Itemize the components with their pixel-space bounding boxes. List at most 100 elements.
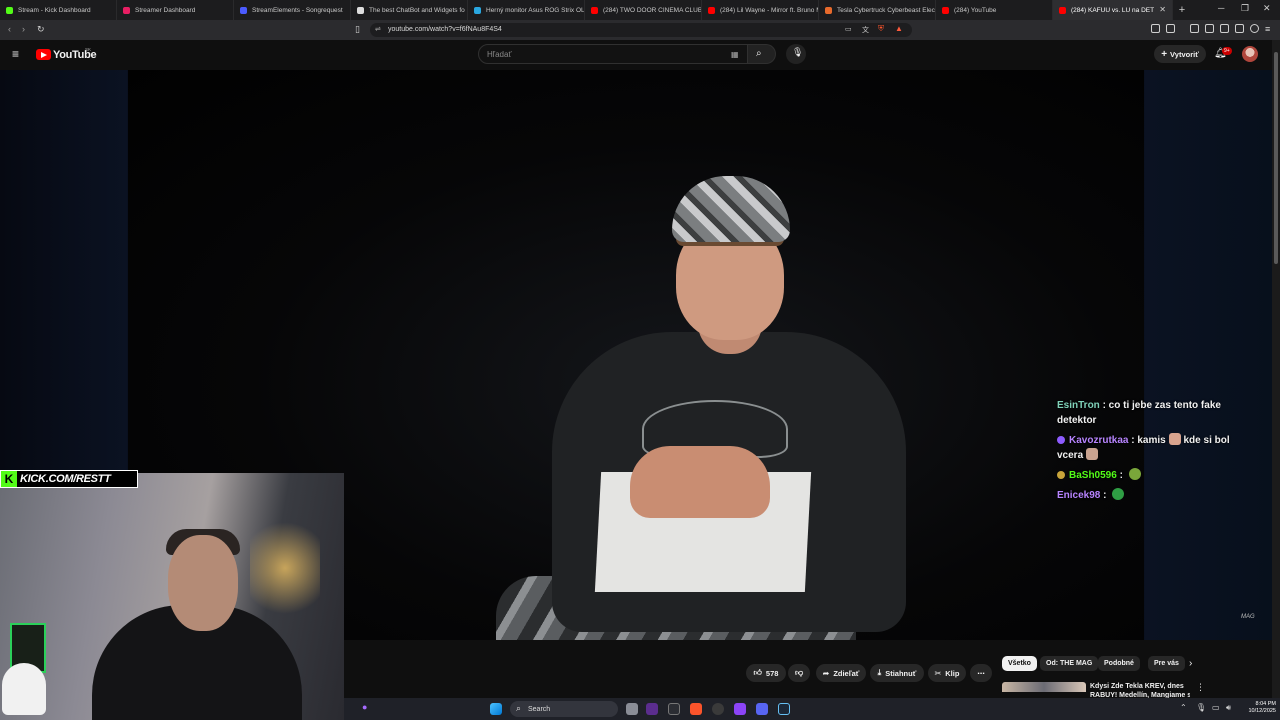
bookmark-icon[interactable]: ▯ (355, 24, 360, 35)
chat-badge-icon (1057, 471, 1065, 479)
taskbar-clock[interactable]: 8:04 PM 10/12/2025 (1240, 701, 1276, 715)
more-vertical-icon[interactable]: ⋮ (1196, 682, 1205, 693)
keyboard-icon[interactable]: ▦ (731, 50, 739, 59)
microphone-tray-icon[interactable]: 🎙︎ (1196, 703, 1206, 712)
search-button[interactable]: ⌕ (748, 44, 776, 64)
create-label: Vytvoriť (1170, 49, 1199, 59)
clip-button[interactable]: ✂ Klip (928, 664, 966, 682)
search-icon: ⌕ (756, 48, 762, 59)
shield-icon[interactable]: ⛨ (878, 24, 884, 34)
microphone-icon: 🎙 (792, 47, 804, 57)
sidebar-icon[interactable] (1205, 24, 1214, 33)
address-bar-row: ‹ › ↻ ▯ ⇌ youtube.com/watch?v=f6fNAu8F4S… (0, 20, 1280, 40)
search-input[interactable]: Hľadať ▦ (478, 44, 748, 64)
extensions-icon[interactable] (1151, 24, 1160, 33)
site-info-icon[interactable]: ⇌ (375, 25, 381, 33)
tray-chevron-icon[interactable]: ⌃ (1180, 703, 1187, 712)
thumbs-up-icon: 👍︎ (753, 668, 762, 677)
create-button[interactable]: + Vytvoriť (1154, 45, 1206, 63)
steam-icon[interactable] (778, 703, 790, 715)
app-icon[interactable] (646, 703, 658, 715)
new-tab-icon[interactable]: + (1173, 4, 1191, 16)
emote-icon (1168, 433, 1181, 445)
wallet-icon[interactable] (1166, 24, 1175, 33)
chip-from-channel[interactable]: Od: THE MAG (1040, 656, 1099, 671)
vpn-icon[interactable] (1250, 24, 1259, 33)
tab-view-icon[interactable] (1220, 24, 1229, 33)
widget-icon[interactable]: ● (362, 702, 367, 712)
recommended-video-thumbnail[interactable] (1002, 682, 1086, 692)
close-window-icon[interactable]: ✕ (1263, 3, 1271, 14)
tab-title: (284) YouTube (954, 6, 997, 14)
app-icon[interactable] (668, 703, 680, 715)
chat-message: Kavozrutkaa : kamis kde si bol vcera (1057, 433, 1237, 463)
browser-tab-strip: Stream - Kick Dashboard Streamer Dashboar… (0, 0, 1280, 20)
chat-text: : kamis (1128, 435, 1166, 446)
browser-tab[interactable]: (284) TWO DOOR CINEMA CLUB | (585, 0, 702, 20)
download-icon[interactable] (1235, 24, 1244, 33)
url-text: youtube.com/watch?v=f6fNAu8F4S4 (388, 26, 502, 33)
browser-tab[interactable]: (284) KAFUU vs. LU na DET ✕ (1053, 0, 1173, 20)
more-icon: ⋯ (977, 668, 985, 678)
minimize-icon[interactable]: ─ (1218, 3, 1224, 13)
task-view-icon[interactable] (626, 703, 638, 715)
plus-icon: + (1161, 48, 1168, 60)
chevron-right-icon[interactable]: › (1189, 658, 1192, 669)
chip-related[interactable]: Podobné (1098, 656, 1140, 671)
url-field[interactable]: ⇌ youtube.com/watch?v=f6fNAu8F4S4 ▭ 文 ⛨ … (370, 23, 912, 37)
page-scrollbar[interactable] (1272, 40, 1280, 700)
volume-icon[interactable]: 🔊︎ (1226, 703, 1231, 713)
more-actions-button[interactable]: ⋯ (970, 664, 992, 682)
browser-tab[interactable]: Stream - Kick Dashboard (0, 0, 117, 20)
obs-icon[interactable] (712, 703, 724, 715)
download-button[interactable]: ⤓ Stiahnuť (870, 664, 924, 682)
chat-message: Enicek98 : (1057, 488, 1237, 503)
download-label: Stiahnuť (885, 668, 917, 678)
browser-tab[interactable]: (284) Lil Wayne - Mirror ft. Bruno M (702, 0, 819, 20)
video-subject-hands (630, 446, 770, 518)
browser-tab[interactable]: StreamElements - Songrequest (234, 0, 351, 20)
taskbar-search[interactable]: ⌕ Search (510, 701, 618, 717)
chip-all[interactable]: Všetko (1002, 656, 1037, 671)
forward-icon[interactable]: › (22, 24, 25, 34)
browser-tab[interactable]: Streamer Dashboard (117, 0, 234, 20)
lamp-glow (250, 513, 320, 623)
restore-icon[interactable]: ❐ (1241, 3, 1249, 14)
share-button[interactable]: ➦ Zdieľať (816, 664, 866, 682)
rewards-icon[interactable]: ▲ (895, 24, 903, 33)
browser-tab[interactable]: Tesla Cybertruck Cyberbeast Electr (819, 0, 936, 20)
tab-favicon-icon (357, 6, 364, 14)
back-icon[interactable]: ‹ (8, 24, 11, 34)
chip-for-you[interactable]: Pre vás (1148, 656, 1185, 671)
close-tab-icon[interactable]: ✕ (1159, 5, 1166, 14)
translate-icon[interactable]: 文 (862, 25, 869, 35)
discord-icon[interactable] (756, 703, 768, 715)
app-icon[interactable] (734, 703, 746, 715)
channel-watermark[interactable]: MAG (1241, 614, 1255, 620)
hamburger-menu-icon[interactable]: ≡ (12, 47, 19, 61)
tab-title: The best ChatBot and Widgets fo (369, 6, 465, 14)
like-button[interactable]: 👍︎ 578 (746, 664, 786, 682)
dislike-button[interactable]: 👎︎ (788, 664, 810, 682)
network-icon[interactable]: ▭ (1212, 703, 1220, 712)
chat-message: EsinTron : co ti jebe zas tento fake det… (1057, 398, 1237, 428)
reload-icon[interactable]: ↻ (37, 24, 45, 35)
cast-icon[interactable]: ▭ (845, 25, 852, 33)
media-icon[interactable] (1190, 24, 1199, 33)
tab-favicon-icon (123, 6, 130, 14)
voice-search-button[interactable]: 🎙 (786, 44, 806, 64)
brave-browser-icon[interactable] (690, 703, 702, 715)
browser-tab[interactable]: (284) YouTube (936, 0, 1053, 20)
menu-icon[interactable]: ≡ (1265, 24, 1270, 34)
start-icon[interactable] (490, 703, 502, 715)
ghost-mascot (2, 663, 46, 715)
browser-tab[interactable]: Herný monitor Asus ROG Strix OL (468, 0, 585, 20)
browser-tab[interactable]: The best ChatBot and Widgets fo (351, 0, 468, 20)
clip-label: Klip (945, 668, 960, 678)
scrollbar-thumb[interactable] (1274, 52, 1278, 264)
chat-text: : (1116, 470, 1126, 481)
emote-icon (1128, 468, 1141, 480)
chat-username: EsinTron (1057, 400, 1100, 411)
youtube-logo-icon[interactable] (36, 49, 51, 60)
account-avatar[interactable] (1242, 46, 1258, 62)
